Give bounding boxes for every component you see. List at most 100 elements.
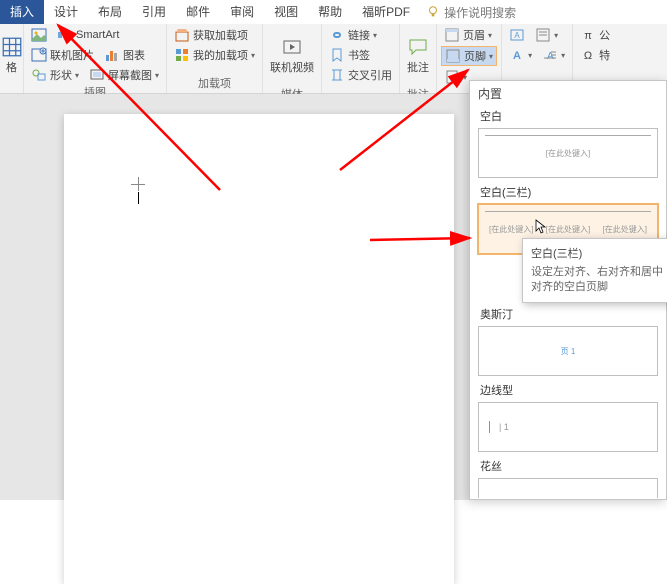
smartart-label: SmartArt (76, 29, 119, 41)
footer-button[interactable]: 页脚▾ (441, 46, 497, 66)
placeholder-text: 页 1 (561, 346, 576, 357)
group-label-links (326, 91, 395, 93)
page-number-icon: # (444, 69, 460, 85)
link-icon (329, 27, 345, 43)
my-addins-button[interactable]: 我的加载项▾ (171, 46, 258, 64)
tab-review[interactable]: 审阅 (220, 0, 264, 24)
cursor-icon (535, 219, 547, 235)
equation-label: 公 (599, 27, 610, 43)
placeholder-text: [在此处键入] (489, 224, 533, 235)
gallery-item-sideline[interactable]: 边线型 | 1 (478, 380, 658, 452)
gallery-item-label: 奥斯汀 (478, 304, 658, 326)
svg-text:A: A (513, 50, 521, 62)
page-number-button[interactable]: #▾ (441, 68, 470, 86)
tab-design[interactable]: 设计 (44, 0, 88, 24)
shapes-button[interactable]: 形状▾ (28, 66, 82, 84)
gallery-thumb: 页 1 (478, 326, 658, 376)
tab-view[interactable]: 视图 (264, 0, 308, 24)
gallery-tooltip: 空白(三栏) 设定左对齐、右对齐和居中对齐的空白页脚 (522, 238, 667, 303)
ribbon-group-media: 联机视频 媒体 (263, 24, 322, 93)
quick-parts-icon (535, 27, 551, 43)
tab-layout[interactable]: 布局 (88, 0, 132, 24)
placeholder-text: [在此处键入] (603, 224, 647, 235)
document-page[interactable] (64, 114, 454, 584)
group-label-addins: 加载项 (171, 75, 258, 93)
equation-icon: π (580, 27, 596, 43)
online-video-label: 联机视频 (270, 59, 314, 75)
tables-button[interactable]: 格 (4, 26, 19, 86)
symbol-button[interactable]: Ω特 (577, 46, 613, 64)
svg-text:A: A (514, 31, 520, 40)
textbox-button[interactable]: A (506, 26, 528, 44)
online-pictures-button[interactable]: 联机图片 (28, 46, 97, 64)
screenshot-label: 屏幕截图 (108, 67, 152, 83)
gallery-item-label: 空白 (478, 106, 658, 128)
gallery-item-austin[interactable]: 奥斯汀 页 1 (478, 304, 658, 376)
online-pictures-label: 联机图片 (50, 47, 94, 63)
bookmark-label: 书签 (348, 47, 370, 63)
gallery-item-filigree[interactable]: 花丝 (478, 456, 658, 498)
svg-text:A: A (547, 51, 554, 62)
smartart-button[interactable]: SmartArt (54, 26, 122, 44)
my-addins-label: 我的加载项 (193, 47, 248, 63)
symbol-icon: Ω (580, 47, 596, 63)
tell-me-search[interactable]: 操作说明搜索 (426, 4, 516, 21)
wordart-button[interactable]: A▾ (506, 46, 535, 64)
quick-parts-button[interactable]: ▾ (532, 26, 561, 44)
tables-label: 格 (6, 59, 17, 75)
chart-label: 图表 (123, 47, 145, 63)
comment-icon (408, 37, 428, 57)
comment-label: 批注 (407, 59, 429, 75)
placeholder-text: | 1 (499, 422, 509, 432)
addins-icon (174, 47, 190, 63)
store-icon (174, 27, 190, 43)
shapes-label: 形状 (50, 67, 72, 83)
ribbon-group-addins: 获取加载项 我的加载项▾ 加载项 (167, 24, 263, 93)
wordart-icon: A (509, 47, 525, 63)
textbox-icon: A (509, 27, 525, 43)
get-addins-label: 获取加载项 (193, 27, 248, 43)
symbol-label: 特 (599, 47, 610, 63)
crossref-button[interactable]: 交叉引用 (326, 66, 395, 84)
gallery-item-blank-three[interactable]: 空白(三栏) [在此处键入] [在此处键入] [在此处键入] 空白(三栏) 设定… (478, 182, 658, 254)
gallery-item-label: 边线型 (478, 380, 658, 402)
footer-icon (445, 48, 461, 64)
header-button[interactable]: 页眉▾ (441, 26, 495, 44)
link-label: 链接 (348, 27, 370, 43)
tooltip-title: 空白(三栏) (531, 245, 663, 261)
tab-references[interactable]: 引用 (132, 0, 176, 24)
smartart-icon (57, 27, 73, 43)
gallery-item-label: 花丝 (478, 456, 658, 478)
gallery-thumb (478, 478, 658, 498)
placeholder-text: [在此处键入] (546, 224, 590, 235)
tab-mailings[interactable]: 邮件 (176, 0, 220, 24)
group-label (4, 91, 19, 93)
dropcap-icon: A (542, 47, 558, 63)
picture-icon (31, 27, 47, 43)
screenshot-icon (89, 67, 105, 83)
table-icon (2, 37, 22, 57)
gallery-thumb: [在此处键入] (478, 128, 658, 178)
dropcap-button[interactable]: A▾ (539, 46, 568, 64)
pictures-button[interactable] (28, 26, 50, 44)
bookmark-icon (329, 47, 345, 63)
footer-label: 页脚 (464, 48, 486, 64)
tab-help[interactable]: 帮助 (308, 0, 352, 24)
equation-button[interactable]: π公 (577, 26, 613, 44)
link-button[interactable]: 链接▾ (326, 26, 380, 44)
gallery-item-label: 空白(三栏) (478, 182, 658, 204)
tab-insert[interactable]: 插入 (0, 0, 44, 24)
header-label: 页眉 (463, 27, 485, 43)
tab-foxit-pdf[interactable]: 福昕PDF (352, 0, 420, 24)
comment-button[interactable]: 批注 (404, 26, 432, 86)
bookmark-button[interactable]: 书签 (326, 46, 373, 64)
svg-text:#: # (450, 76, 454, 83)
tooltip-desc: 设定左对齐、右对齐和居中对齐的空白页脚 (531, 265, 663, 296)
video-icon (282, 37, 302, 57)
gallery-item-blank[interactable]: 空白 [在此处键入] (478, 106, 658, 178)
get-addins-button[interactable]: 获取加载项 (171, 26, 251, 44)
online-video-button[interactable]: 联机视频 (267, 26, 317, 86)
chart-button[interactable]: 图表 (101, 46, 148, 64)
header-icon (444, 27, 460, 43)
screenshot-button[interactable]: 屏幕截图▾ (86, 66, 162, 84)
